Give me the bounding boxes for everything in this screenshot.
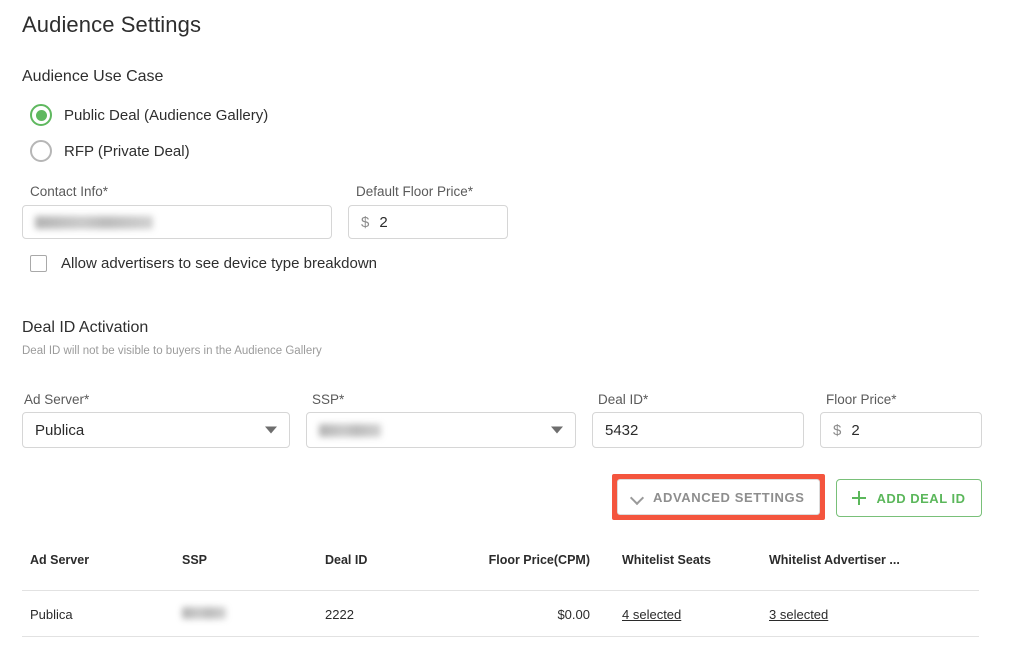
ssp-label-text: SSP: [312, 392, 340, 407]
required-mark: *: [102, 184, 109, 199]
contact-info-label: Contact Info*: [30, 184, 108, 199]
deal-id-label: Deal ID*: [598, 392, 648, 407]
floor-price-label: Floor Price*: [826, 392, 897, 407]
link-whitelist-seats[interactable]: 4 selected: [622, 607, 681, 622]
currency-symbol: $: [361, 213, 370, 231]
default-floor-price-input[interactable]: $ 2: [348, 205, 508, 239]
ssp-select[interactable]: [306, 412, 576, 448]
checkbox-icon-unchecked[interactable]: [30, 255, 47, 272]
radio-icon-selected[interactable]: [30, 104, 52, 126]
chevron-down-icon[interactable]: [265, 426, 277, 434]
page-title: Audience Settings: [22, 12, 202, 37]
advanced-settings-button[interactable]: ADVANCED SETTINGS: [617, 479, 820, 515]
ad-server-value: Publica: [35, 421, 85, 439]
floor-price-value: 2: [851, 421, 860, 439]
required-mark: *: [339, 392, 345, 407]
required-mark: *: [467, 184, 474, 199]
default-floor-price-value: 2: [379, 213, 388, 231]
column-header-whitelist-advertisers: Whitelist Advertiser ...: [769, 553, 900, 567]
radio-dot: [35, 109, 47, 121]
ad-server-label: Ad Server*: [24, 392, 89, 407]
deal-id-activation-heading: Deal ID Activation: [22, 319, 149, 336]
audience-settings-page: Audience Settings Audience Use Case Publ…: [0, 0, 1021, 662]
radio-label-rfp-private-deal: RFP (Private Deal): [64, 142, 190, 160]
chevron-down-icon[interactable]: [551, 426, 563, 434]
radio-label-public-deal: Public Deal (Audience Gallery): [64, 106, 269, 124]
floor-price-label-text: Floor Price: [826, 392, 892, 407]
default-floor-price-label-text: Default Floor Price: [356, 184, 468, 199]
add-deal-id-label: ADD DEAL ID: [876, 490, 966, 506]
cell-ssp: [182, 607, 226, 622]
radio-icon-unselected[interactable]: [30, 140, 52, 162]
ad-server-label-text: Ad Server: [24, 392, 85, 407]
redacted-ssp-value: [319, 423, 381, 437]
contact-info-input[interactable]: [22, 205, 332, 239]
default-floor-price-label: Default Floor Price*: [356, 184, 473, 199]
deal-id-input[interactable]: 5432: [592, 412, 804, 448]
deal-id-table: Ad Server SSP Deal ID Floor Price(CPM) W…: [22, 545, 979, 637]
cell-ad-server: Publica: [30, 607, 73, 622]
ssp-label: SSP*: [312, 392, 344, 407]
radio-option-rfp-private-deal[interactable]: RFP (Private Deal): [30, 140, 190, 162]
table-row-divider: [22, 636, 979, 637]
currency-symbol: $: [833, 421, 842, 439]
allow-device-breakdown-checkbox-row[interactable]: Allow advertisers to see device type bre…: [30, 255, 377, 272]
table-header-row: Ad Server SSP Deal ID Floor Price(CPM) W…: [22, 545, 979, 590]
required-mark: *: [891, 392, 897, 407]
deal-id-activation-subtitle: Deal ID will not be visible to buyers in…: [22, 345, 322, 357]
chevron-down-icon: [632, 492, 643, 503]
required-mark: *: [84, 392, 90, 407]
column-header-deal-id: Deal ID: [325, 553, 368, 567]
cell-floor-price: $0.00: [557, 607, 590, 622]
floor-price-input[interactable]: $ 2: [820, 412, 982, 448]
advanced-settings-label: ADVANCED SETTINGS: [653, 489, 805, 505]
advanced-settings-highlight: ADVANCED SETTINGS: [612, 474, 825, 520]
column-header-ssp: SSP: [182, 553, 208, 567]
audience-use-case-heading: Audience Use Case: [22, 68, 164, 85]
deal-id-value: 5432: [605, 421, 639, 439]
add-deal-id-button[interactable]: ADD DEAL ID: [836, 479, 982, 517]
redacted-contact-value: [35, 215, 153, 229]
table-row: Publica 2222 $0.00 4 selected 3 selected: [22, 591, 979, 636]
column-header-whitelist-seats: Whitelist Seats: [622, 553, 711, 567]
plus-icon: [852, 491, 867, 505]
allow-device-breakdown-label: Allow advertisers to see device type bre…: [61, 255, 377, 272]
radio-option-public-deal[interactable]: Public Deal (Audience Gallery): [30, 104, 268, 126]
cell-deal-id: 2222: [325, 607, 354, 622]
column-header-ad-server: Ad Server: [30, 553, 90, 567]
column-header-floor-price: Floor Price(CPM): [488, 553, 590, 567]
contact-info-label-text: Contact Info: [30, 184, 103, 199]
required-mark: *: [643, 392, 649, 407]
deal-id-label-text: Deal ID: [598, 392, 644, 407]
link-whitelist-advertisers[interactable]: 3 selected: [769, 607, 828, 622]
ad-server-select[interactable]: Publica: [22, 412, 290, 448]
redacted-ssp-cell: [182, 607, 226, 619]
